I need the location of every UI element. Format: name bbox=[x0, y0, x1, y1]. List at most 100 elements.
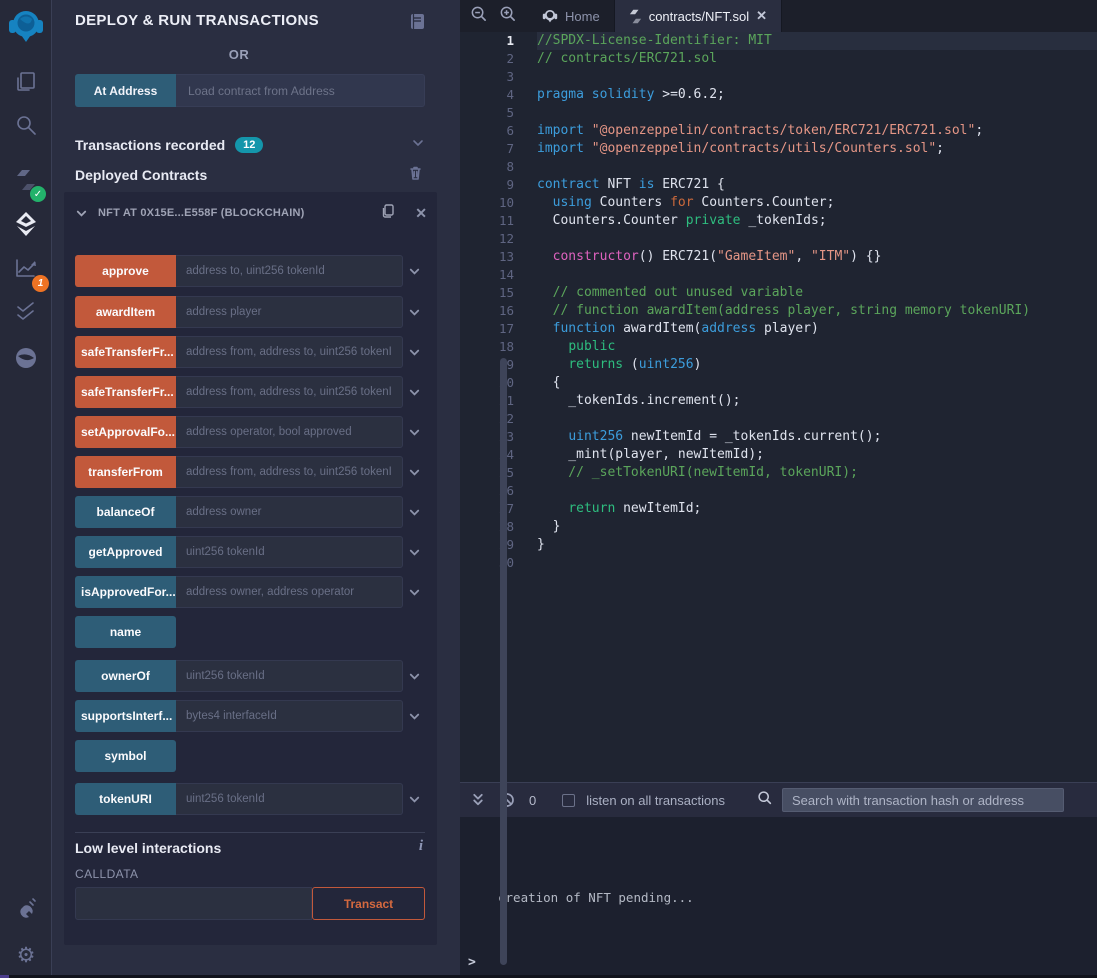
code-line[interactable]: 15 // commented out unused variable bbox=[460, 284, 1097, 302]
at-address-button[interactable]: At Address bbox=[75, 74, 176, 107]
function-button-setapprovalfo[interactable]: setApprovalFo... bbox=[75, 416, 176, 448]
function-button-tokenuri[interactable]: tokenURI bbox=[75, 783, 176, 815]
debugger-icon[interactable] bbox=[0, 338, 52, 378]
code-line[interactable]: 12 bbox=[460, 230, 1097, 248]
unit-testing-icon[interactable] bbox=[0, 292, 52, 332]
code-line[interactable]: 14 bbox=[460, 266, 1097, 284]
code-line[interactable]: 28 } bbox=[460, 518, 1097, 536]
code-line[interactable]: 26 bbox=[460, 482, 1097, 500]
function-button-balanceof[interactable]: balanceOf bbox=[75, 496, 176, 528]
code-line[interactable]: 30 bbox=[460, 554, 1097, 572]
code-line[interactable]: 17 function awardItem(address player) bbox=[460, 320, 1097, 338]
code-line[interactable]: 6import "@openzeppelin/contracts/token/E… bbox=[460, 122, 1097, 140]
listen-transactions-checkbox[interactable] bbox=[562, 794, 575, 807]
code-line[interactable]: 10 using Counters for Counters.Counter; bbox=[460, 194, 1097, 212]
code-line[interactable]: 24 _mint(player, newItemId); bbox=[460, 446, 1097, 464]
code-line[interactable]: 2// contracts/ERC721.sol bbox=[460, 50, 1097, 68]
code-line[interactable]: 22 bbox=[460, 410, 1097, 428]
function-button-symbol[interactable]: symbol bbox=[75, 740, 176, 772]
function-args-input[interactable] bbox=[176, 255, 403, 287]
code-line[interactable]: 8 bbox=[460, 158, 1097, 176]
chevron-down-icon[interactable] bbox=[75, 207, 88, 220]
chevron-down-icon[interactable] bbox=[403, 296, 425, 328]
function-args-input[interactable] bbox=[176, 416, 403, 448]
code-line[interactable]: 20 { bbox=[460, 374, 1097, 392]
close-icon[interactable]: ✕ bbox=[415, 205, 427, 222]
function-button-supportsinterf[interactable]: supportsInterf... bbox=[75, 700, 176, 732]
panel-scrollbar[interactable] bbox=[500, 358, 507, 965]
function-button-name[interactable]: name bbox=[75, 616, 176, 648]
function-args-input[interactable] bbox=[176, 496, 403, 528]
function-args-input[interactable] bbox=[176, 700, 403, 732]
info-icon[interactable]: i bbox=[419, 838, 423, 855]
code-line[interactable]: 5 bbox=[460, 104, 1097, 122]
function-button-ownerof[interactable]: ownerOf bbox=[75, 660, 176, 692]
file-explorer-icon[interactable] bbox=[0, 62, 52, 102]
function-button-awarditem[interactable]: awardItem bbox=[75, 296, 176, 328]
chevron-down-icon[interactable] bbox=[403, 255, 425, 287]
close-tab-icon[interactable]: ✕ bbox=[756, 8, 767, 24]
analytics-icon[interactable]: 1 bbox=[0, 248, 52, 288]
zoom-out-icon[interactable] bbox=[470, 5, 487, 27]
tab-home[interactable]: Home bbox=[528, 0, 615, 32]
code-line[interactable]: 1//SPDX-License-Identifier: MIT bbox=[460, 32, 1097, 50]
expand-terminal-icon[interactable] bbox=[471, 793, 485, 808]
chevron-down-icon[interactable] bbox=[403, 416, 425, 448]
code-line[interactable]: 3 bbox=[460, 68, 1097, 86]
terminal-output[interactable]: creation of NFT pending... > bbox=[460, 817, 1097, 978]
function-button-safetransferfr[interactable]: safeTransferFr... bbox=[75, 336, 176, 368]
chevron-down-icon[interactable] bbox=[403, 700, 425, 732]
code-line[interactable]: 7import "@openzeppelin/contracts/utils/C… bbox=[460, 140, 1097, 158]
copy-icon[interactable] bbox=[380, 203, 395, 224]
chevron-down-icon[interactable] bbox=[403, 660, 425, 692]
code-line[interactable]: 29} bbox=[460, 536, 1097, 554]
documentation-icon[interactable] bbox=[409, 13, 426, 35]
chevron-down-icon[interactable] bbox=[403, 783, 425, 815]
search-icon[interactable] bbox=[0, 105, 52, 145]
function-args-input[interactable] bbox=[176, 576, 403, 608]
code-line[interactable]: 23 uint256 newItemId = _tokenIds.current… bbox=[460, 428, 1097, 446]
chevron-down-icon[interactable] bbox=[403, 536, 425, 568]
trash-icon[interactable] bbox=[408, 165, 423, 186]
code-editor[interactable]: 1//SPDX-License-Identifier: MIT2// contr… bbox=[460, 32, 1097, 782]
function-args-input[interactable] bbox=[176, 376, 403, 408]
solidity-compiler-icon[interactable]: ✓ bbox=[0, 160, 52, 200]
code-line[interactable]: 27 return newItemId; bbox=[460, 500, 1097, 518]
function-args-input[interactable] bbox=[176, 336, 403, 368]
code-line[interactable]: 4pragma solidity >=0.6.2; bbox=[460, 86, 1097, 104]
function-args-input[interactable] bbox=[176, 783, 403, 815]
function-button-getapproved[interactable]: getApproved bbox=[75, 536, 176, 568]
function-button-transferfrom[interactable]: transferFrom bbox=[75, 456, 176, 488]
terminal-search-input[interactable] bbox=[782, 788, 1064, 812]
function-args-input[interactable] bbox=[176, 660, 403, 692]
code-line[interactable]: 11 Counters.Counter private _tokenIds; bbox=[460, 212, 1097, 230]
code-line[interactable]: 13 constructor() ERC721("GameItem", "ITM… bbox=[460, 248, 1097, 266]
code-line[interactable]: 18 public bbox=[460, 338, 1097, 356]
code-line[interactable]: 25 // _setTokenURI(newItemId, tokenURI); bbox=[460, 464, 1097, 482]
function-args-input[interactable] bbox=[176, 536, 403, 568]
code-line[interactable]: 16 // function awardItem(address player,… bbox=[460, 302, 1097, 320]
function-button-isapprovedfor[interactable]: isApprovedFor... bbox=[75, 576, 176, 608]
transact-button[interactable]: Transact bbox=[312, 887, 425, 920]
chevron-down-icon[interactable] bbox=[403, 376, 425, 408]
chevron-down-icon[interactable] bbox=[403, 456, 425, 488]
chevron-down-icon[interactable] bbox=[411, 136, 425, 155]
function-args-input[interactable] bbox=[176, 296, 403, 328]
remix-logo[interactable] bbox=[0, 4, 52, 48]
deploy-run-icon[interactable] bbox=[0, 204, 52, 244]
function-args-input[interactable] bbox=[176, 456, 403, 488]
calldata-input[interactable] bbox=[75, 887, 312, 920]
chevron-down-icon[interactable] bbox=[403, 496, 425, 528]
zoom-in-icon[interactable] bbox=[499, 5, 516, 27]
at-address-input[interactable] bbox=[176, 74, 425, 107]
code-line[interactable]: 21 _tokenIds.increment(); bbox=[460, 392, 1097, 410]
code-line[interactable]: 9contract NFT is ERC721 { bbox=[460, 176, 1097, 194]
settings-icon[interactable]: ⚙ bbox=[0, 935, 52, 975]
plugin-manager-icon[interactable] bbox=[0, 890, 52, 930]
chevron-down-icon[interactable] bbox=[403, 576, 425, 608]
code-line[interactable]: 19 returns (uint256) bbox=[460, 356, 1097, 374]
function-button-safetransferfr[interactable]: safeTransferFr... bbox=[75, 376, 176, 408]
chevron-down-icon[interactable] bbox=[403, 336, 425, 368]
function-button-approve[interactable]: approve bbox=[75, 255, 176, 287]
contract-instance-header[interactable]: NFT AT 0X15E...E558F (BLOCKCHAIN) ✕ bbox=[75, 202, 427, 224]
